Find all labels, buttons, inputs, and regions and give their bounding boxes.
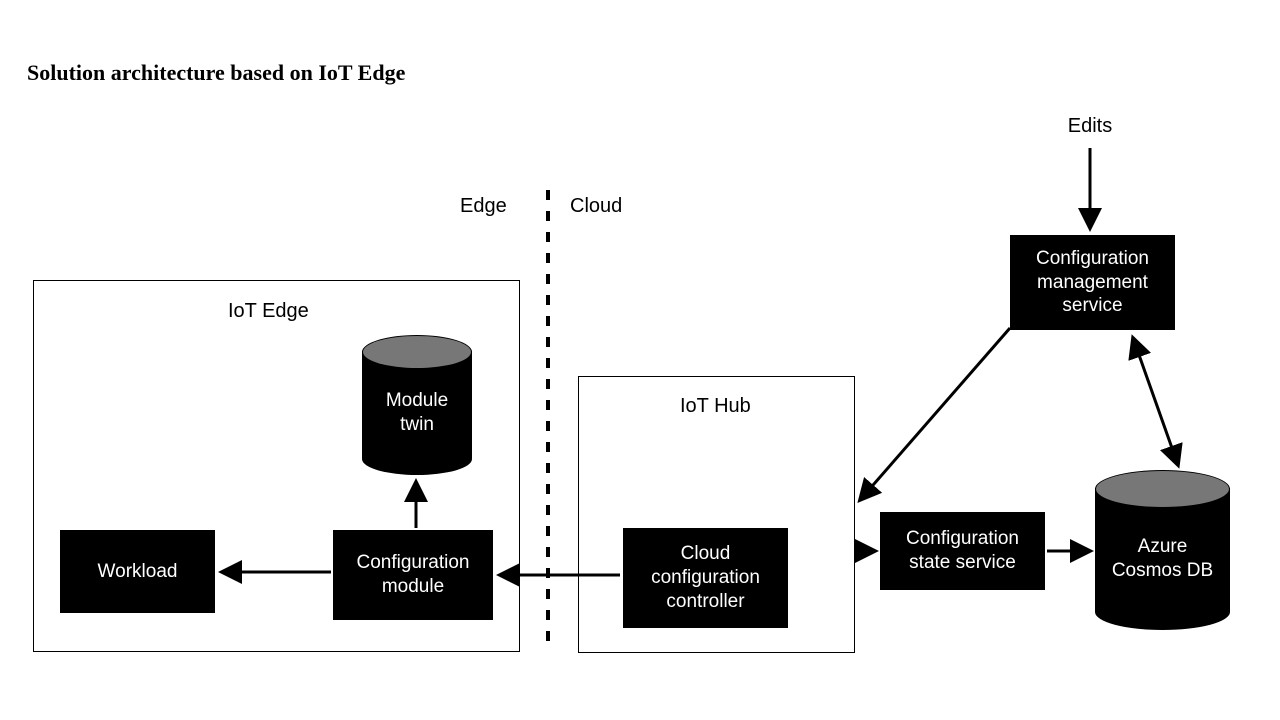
cosmos-db-node: Azure Cosmos DB bbox=[1095, 470, 1230, 630]
module-twin-node-label: Module twin bbox=[368, 389, 466, 437]
cosmos-db-node-label: Azure Cosmos DB bbox=[1101, 535, 1224, 583]
workload-node: Workload bbox=[60, 530, 215, 613]
diagram-canvas: Solution architecture based on IoT Edge … bbox=[0, 0, 1280, 720]
config-mgmt-service-node-label: Configuration management service bbox=[1014, 247, 1171, 318]
config-module-node-label: Configuration module bbox=[337, 551, 489, 599]
config-state-service-node: Configuration state service bbox=[880, 512, 1045, 590]
cloud-controller-node-label: Cloud configuration controller bbox=[627, 542, 784, 613]
arrow-mgmt-cosmos bbox=[1133, 338, 1178, 465]
module-twin-node: Module twin bbox=[362, 335, 472, 475]
iot-edge-container-label: IoT Edge bbox=[228, 300, 309, 323]
cloud-region-label: Cloud bbox=[570, 195, 622, 218]
edits-label: Edits bbox=[1060, 115, 1120, 138]
iot-hub-container-label: IoT Hub bbox=[680, 395, 751, 418]
config-mgmt-service-node: Configuration management service bbox=[1010, 235, 1175, 330]
diagram-title: Solution architecture based on IoT Edge bbox=[27, 60, 405, 86]
workload-node-label: Workload bbox=[98, 560, 178, 584]
edge-region-label: Edge bbox=[460, 195, 507, 218]
config-module-node: Configuration module bbox=[333, 530, 493, 620]
config-state-service-node-label: Configuration state service bbox=[884, 527, 1041, 575]
arrow-mgmt-to-iothub bbox=[860, 328, 1010, 500]
cloud-controller-node: Cloud configuration controller bbox=[623, 528, 788, 628]
